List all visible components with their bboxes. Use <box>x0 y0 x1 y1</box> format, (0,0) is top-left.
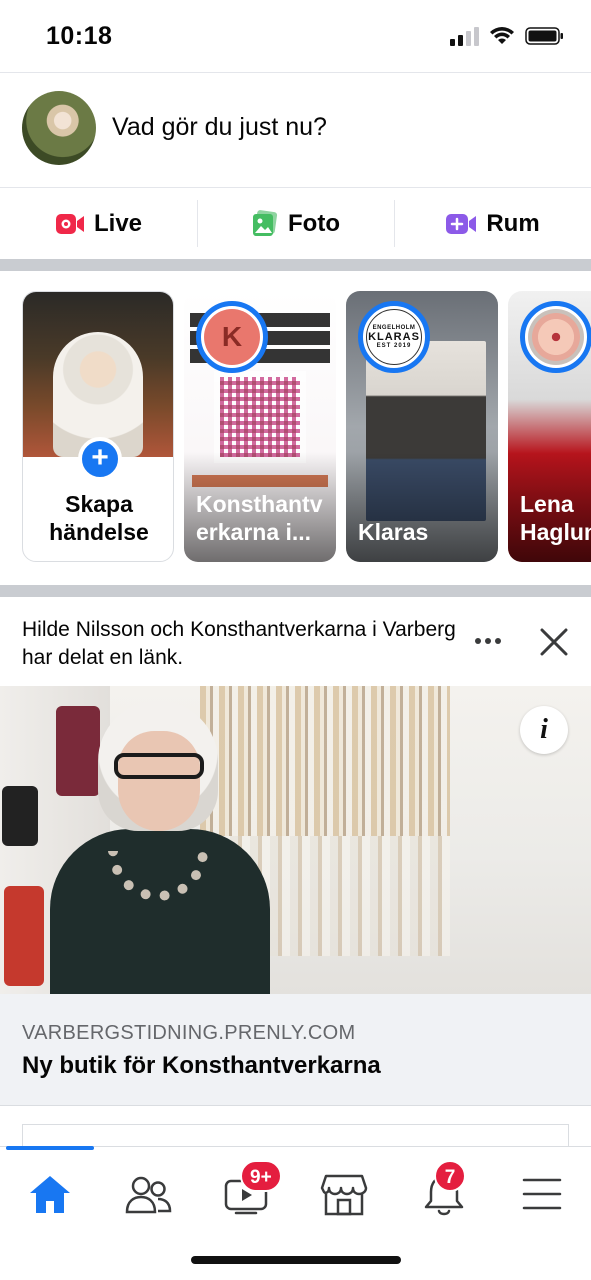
story-name: Klaras <box>358 519 429 545</box>
stories-tray: + Skapa händelse K Konsthantv erkarna i.… <box>0 271 591 585</box>
room-label: Rum <box>486 209 540 237</box>
live-video-icon <box>55 213 84 234</box>
story-card[interactable]: Lena Haglun <box>508 291 591 562</box>
more-options-button[interactable] <box>468 626 508 656</box>
story-avatar: ENGELHOLM KLARAS EST 2019 <box>358 301 430 373</box>
battery-icon <box>525 27 563 45</box>
status-time: 10:18 <box>46 22 113 50</box>
home-indicator <box>191 1256 401 1264</box>
info-icon[interactable]: i <box>520 706 568 754</box>
story-card[interactable]: ENGELHOLM KLARAS EST 2019 Klaras <box>346 291 498 562</box>
link-title: Ny butik för Konsthantverkarna <box>22 1052 381 1079</box>
watch-badge: 9+ <box>240 1160 282 1192</box>
link-domain: VARBERGSTIDNING.PRENLY.COM <box>22 1022 356 1044</box>
profile-avatar[interactable] <box>22 91 96 165</box>
live-button[interactable]: Live <box>0 188 197 259</box>
home-icon <box>30 1176 70 1213</box>
nav-marketplace[interactable] <box>316 1168 372 1220</box>
create-story-label: Skapa händelse <box>49 491 149 545</box>
create-story-photo <box>23 292 173 457</box>
close-icon[interactable] <box>534 622 574 662</box>
live-label: Live <box>93 209 143 237</box>
qr-code <box>214 371 306 463</box>
status-icons <box>450 26 565 46</box>
nav-home[interactable] <box>22 1168 78 1220</box>
story-name: Konsthantv erkarna i... <box>196 491 323 545</box>
post-attribution: Hilde Nilsson och Konsthantverkarna i Va… <box>22 618 456 669</box>
story-name: Lena Haglun <box>520 491 591 545</box>
story-avatar: K <box>196 301 268 373</box>
photo-label: Foto <box>288 209 340 237</box>
room-video-icon <box>446 213 477 234</box>
friends-icon <box>125 1176 172 1214</box>
menu-icon <box>522 1178 562 1210</box>
section-divider <box>0 585 591 597</box>
nav-watch[interactable]: 9+ <box>218 1160 282 1220</box>
composer-prompt[interactable]: Vad gör du just nu? <box>112 113 327 142</box>
story-card[interactable]: K Konsthantv erkarna i... <box>184 291 336 562</box>
plus-icon[interactable]: + <box>78 437 122 481</box>
link-preview[interactable]: VARBERGSTIDNING.PRENLY.COM Ny butik för … <box>0 994 591 1106</box>
photo-button[interactable]: Foto <box>197 188 394 259</box>
woman-portrait <box>40 701 270 994</box>
post-image[interactable] <box>0 686 591 994</box>
nav-notifications[interactable]: 7 <box>416 1160 472 1220</box>
section-divider <box>0 259 591 271</box>
create-story-card[interactable]: + Skapa händelse <box>22 291 174 562</box>
composer-actions: Live Foto Rum <box>0 187 591 259</box>
status-bar: 10:18 <box>0 0 591 72</box>
wifi-icon <box>490 27 514 44</box>
composer: Vad gör du just nu? <box>0 72 591 188</box>
photo-icon <box>253 209 278 236</box>
room-button[interactable]: Rum <box>394 188 591 259</box>
story-avatar <box>520 301 591 373</box>
nav-friends[interactable] <box>120 1168 176 1220</box>
notifications-badge: 7 <box>434 1160 466 1192</box>
nav-menu[interactable] <box>514 1168 570 1220</box>
marketplace-icon <box>320 1174 368 1216</box>
active-tab-indicator <box>6 1146 94 1150</box>
signal-icon <box>450 26 479 46</box>
